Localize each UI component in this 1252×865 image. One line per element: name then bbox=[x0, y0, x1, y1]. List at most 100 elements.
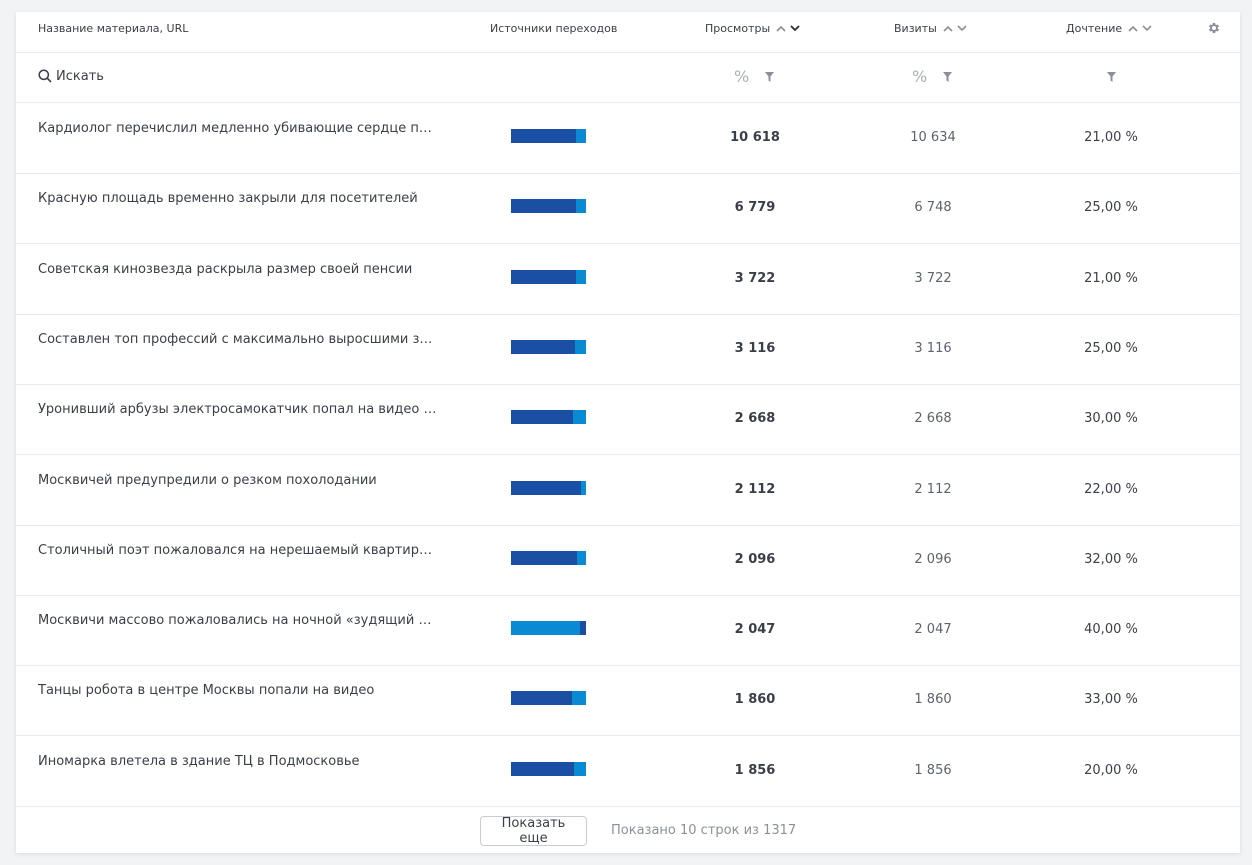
search-icon bbox=[38, 69, 52, 83]
visits-value: 3 116 bbox=[914, 341, 952, 356]
traffic-source-segment bbox=[511, 551, 577, 565]
traffic-source-segment bbox=[511, 410, 573, 424]
read-depth-value: 33,00 % bbox=[1084, 692, 1138, 707]
traffic-sources-bar bbox=[511, 481, 586, 495]
sort-desc-icon[interactable] bbox=[957, 24, 967, 32]
read-depth-value: 22,00 % bbox=[1084, 482, 1138, 497]
table-row[interactable]: Иномарка влетела в здание ТЦ в Подмосков… bbox=[16, 736, 1240, 807]
material-title-link[interactable]: Столичный поэт пожаловался на нерешаемый… bbox=[38, 543, 438, 558]
sort-desc-icon[interactable] bbox=[790, 24, 800, 32]
views-value: 2 112 bbox=[734, 482, 776, 497]
views-value: 10 618 bbox=[730, 130, 780, 145]
visits-value: 6 748 bbox=[914, 200, 952, 215]
traffic-source-segment bbox=[572, 410, 586, 424]
traffic-source-segment bbox=[511, 270, 577, 284]
table-row[interactable]: Москвичей предупредили о резком похолода… bbox=[16, 455, 1240, 526]
settings-gear-icon[interactable] bbox=[1207, 21, 1221, 35]
read-depth-value: 21,00 % bbox=[1084, 271, 1138, 286]
column-header-read[interactable]: Дочтение bbox=[1066, 12, 1152, 44]
material-title-link[interactable]: Москвичи массово пожаловались на ночной … bbox=[38, 613, 438, 628]
material-title-link[interactable]: Уронивший арбузы электросамокатчик попал… bbox=[38, 402, 438, 417]
traffic-sources-bar bbox=[511, 551, 586, 565]
traffic-sources-bar bbox=[511, 129, 586, 143]
table-row[interactable]: Кардиолог перечислил медленно убивающие … bbox=[16, 103, 1240, 174]
visits-value: 2 112 bbox=[914, 482, 952, 497]
visits-value: 10 634 bbox=[910, 130, 956, 145]
visits-value: 2 047 bbox=[914, 622, 952, 637]
traffic-source-segment bbox=[576, 270, 586, 284]
views-value: 1 860 bbox=[734, 692, 776, 707]
table-row[interactable]: Столичный поэт пожаловался на нерешаемый… bbox=[16, 525, 1240, 596]
sort-asc-icon[interactable] bbox=[1128, 25, 1138, 32]
column-header-title: Название материала, URL bbox=[38, 21, 189, 35]
views-value: 1 856 bbox=[734, 763, 776, 778]
traffic-sources-bar bbox=[511, 410, 586, 424]
traffic-source-segment bbox=[511, 129, 576, 143]
column-header-visits-label: Визиты bbox=[894, 21, 937, 35]
views-value: 3 722 bbox=[734, 271, 776, 286]
traffic-source-segment bbox=[580, 481, 586, 495]
read-depth-value: 25,00 % bbox=[1084, 341, 1138, 356]
table-row[interactable]: Уронивший арбузы электросамокатчик попал… bbox=[16, 384, 1240, 455]
views-value: 2 047 bbox=[734, 622, 776, 637]
rows-shown-text: Показано 10 строк из 1317 bbox=[611, 823, 797, 838]
read-depth-value: 30,00 % bbox=[1084, 411, 1138, 426]
search-input[interactable]: Искать bbox=[38, 64, 104, 88]
column-header-read-label: Дочтение bbox=[1066, 21, 1123, 35]
visits-value: 1 860 bbox=[914, 692, 952, 707]
material-title-link[interactable]: Кардиолог перечислил медленно убивающие … bbox=[38, 121, 438, 136]
traffic-sources-bar bbox=[511, 270, 586, 284]
traffic-source-segment bbox=[574, 340, 586, 354]
sort-asc-icon[interactable] bbox=[943, 25, 953, 32]
column-header-views[interactable]: Просмотры bbox=[705, 12, 800, 44]
table-row[interactable]: Москвичи массово пожаловались на ночной … bbox=[16, 595, 1240, 666]
traffic-source-segment bbox=[574, 762, 586, 776]
material-title-link[interactable]: Составлен топ профессий с максимально вы… bbox=[38, 332, 438, 347]
table-row[interactable]: Красную площадь временно закрыли для пос… bbox=[16, 173, 1240, 244]
traffic-source-segment bbox=[580, 621, 586, 635]
table-row[interactable]: Советская кинозвезда раскрыла размер сво… bbox=[16, 244, 1240, 315]
table-row[interactable]: Составлен топ профессий с максимально вы… bbox=[16, 314, 1240, 385]
traffic-sources-bar bbox=[511, 762, 586, 776]
column-header-visits[interactable]: Визиты bbox=[894, 12, 967, 44]
traffic-source-segment bbox=[511, 762, 574, 776]
material-title-link[interactable]: Иномарка влетела в здание ТЦ в Подмосков… bbox=[38, 754, 438, 769]
views-value: 2 096 bbox=[734, 552, 776, 567]
material-title-link[interactable]: Советская кинозвезда раскрыла размер сво… bbox=[38, 262, 438, 277]
traffic-source-segment bbox=[511, 199, 577, 213]
divider bbox=[16, 52, 1240, 53]
traffic-sources-bar bbox=[511, 621, 586, 635]
read-depth-value: 32,00 % bbox=[1084, 552, 1138, 567]
visits-filter-icon[interactable] bbox=[943, 72, 952, 82]
views-filter-icon[interactable] bbox=[765, 72, 774, 82]
sort-asc-icon[interactable] bbox=[776, 25, 786, 32]
traffic-source-segment bbox=[576, 199, 586, 213]
traffic-sources-bar bbox=[511, 340, 586, 354]
traffic-source-segment bbox=[511, 481, 581, 495]
read-depth-value: 40,00 % bbox=[1084, 622, 1138, 637]
divider bbox=[16, 806, 1240, 807]
material-title-link[interactable]: Танцы робота в центре Москвы попали на в… bbox=[38, 683, 438, 698]
traffic-sources-bar bbox=[511, 199, 586, 213]
traffic-source-segment bbox=[577, 551, 586, 565]
traffic-source-segment bbox=[511, 691, 572, 705]
show-more-button[interactable]: Показать еще bbox=[480, 816, 587, 846]
views-percent-toggle[interactable]: % bbox=[734, 67, 749, 86]
table-row[interactable]: Танцы робота в центре Москвы попали на в… bbox=[16, 665, 1240, 736]
read-depth-value: 20,00 % bbox=[1084, 763, 1138, 778]
material-title-link[interactable]: Москвичей предупредили о резком похолода… bbox=[38, 473, 438, 488]
traffic-source-segment bbox=[511, 621, 580, 635]
traffic-sources-bar bbox=[511, 691, 586, 705]
search-placeholder: Искать bbox=[56, 68, 104, 84]
column-header-views-label: Просмотры bbox=[705, 21, 771, 35]
visits-percent-toggle[interactable]: % bbox=[912, 67, 927, 86]
visits-value: 3 722 bbox=[914, 271, 952, 286]
views-value: 6 779 bbox=[734, 200, 776, 215]
sort-desc-icon[interactable] bbox=[1142, 24, 1152, 32]
material-title-link[interactable]: Красную площадь временно закрыли для пос… bbox=[38, 191, 438, 206]
read-depth-value: 21,00 % bbox=[1084, 130, 1138, 145]
read-filter-icon[interactable] bbox=[1107, 72, 1116, 82]
traffic-source-segment bbox=[511, 340, 575, 354]
visits-value: 1 856 bbox=[914, 763, 952, 778]
report-table: Название материала, URL Источники перехо… bbox=[16, 12, 1240, 853]
